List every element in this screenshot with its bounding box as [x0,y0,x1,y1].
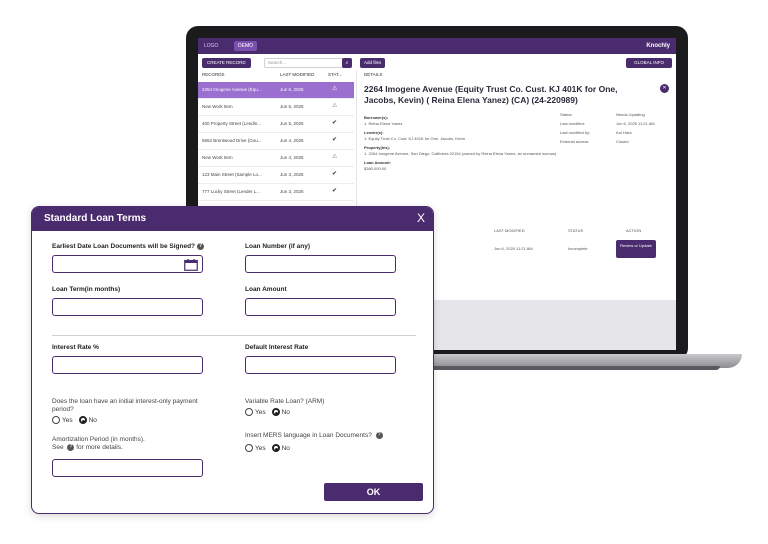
list-item[interactable]: 123 Main Street (Sample Lo... Jun 3, 202… [198,167,354,184]
review-or-update-button[interactable]: Review or Update [616,240,656,258]
last-modified-by-value: Kai Hara [616,130,632,135]
records-list: 2264 Imogene Avenue (Equ... Jun 6, 2025 … [198,82,354,201]
check-icon: ✔ [332,188,338,194]
list-item[interactable]: New Work Item Jun 5, 2025 ⚠ [198,99,354,116]
help-icon[interactable]: ? [375,432,383,439]
modal-header: Standard Loan Terms X [32,207,433,231]
interest-only-label: Does the loan have an initial interest-o… [52,398,198,413]
default-interest-field[interactable] [245,356,396,374]
calendar-icon[interactable] [184,259,198,271]
interest-only-radio-group: Yes No [52,416,103,424]
mers-label: Insert MERS language in Loan Documents? … [245,432,383,440]
warning-icon: ⚠ [332,154,338,160]
variable-rate-yes[interactable]: Yes [245,408,266,416]
warning-icon: ⚠ [332,86,338,92]
earliest-date-label: Earliest Date Loan Documents will be Sig… [52,243,205,251]
help-icon[interactable]: ? [197,243,205,250]
status-label: Status: [560,112,573,117]
external-access-value: Closed [616,139,629,144]
status-badge: Needs Updating [616,112,645,117]
mers-no[interactable]: No [271,444,290,452]
loan-number-label: Loan Number (if any) [245,243,311,250]
row-date: Jun 6, 2025 11:21 AM [494,246,533,251]
list-item[interactable]: 777 Lucky Street (Lender L... Jun 3, 202… [198,184,354,201]
loan-number-field[interactable] [245,255,396,273]
col-action: ACTION [626,228,642,233]
help-icon[interactable]: ? [67,444,75,451]
global-info-button[interactable]: GLOBAL INFO [626,58,672,68]
borrowers-value: 1. Reina Elena Yanez [364,121,403,126]
row-status: Incomplete [568,246,588,251]
list-item[interactable]: 2264 Imogene Avenue (Equ... Jun 6, 2025 … [198,82,354,99]
mers-radio-group: Yes No [245,444,296,452]
check-icon: ✔ [332,171,338,177]
add-files-button[interactable]: Add files [360,58,386,68]
mers-yes[interactable]: Yes [245,444,266,452]
loan-amount-field[interactable] [245,298,396,316]
list-item[interactable]: 400 Property Street (Lendin... Jun 5, 20… [198,116,354,133]
warning-icon: ⚠ [332,103,338,109]
loan-term-label: Loan Term(in months) [52,286,121,293]
modal-title: Standard Loan Terms [44,213,147,224]
interest-rate-label: Interest Rate % [52,344,99,351]
record-summary: Borrower(s): 1. Reina Elena Yanez Lender… [364,112,564,172]
loan-amount-summary-value: $380,000.00 [364,166,387,171]
standard-loan-terms-modal: Standard Loan Terms X Earliest Date Loan… [31,206,434,514]
search-icon[interactable]: ⌕ [342,58,352,68]
check-icon: ✔ [332,120,338,126]
loan-amount-label: Loan Amount [245,286,287,293]
lenders-value: 1. Equity Trust Co. Cust. KJ 401K for On… [364,136,466,141]
interest-only-yes[interactable]: Yes [52,416,73,424]
user-menu[interactable]: Knochly [646,41,670,51]
ok-button[interactable]: OK [324,483,423,501]
demo-badge: DEMO [234,41,257,51]
details-header: DETAILS [364,72,383,77]
records-search-input[interactable]: Search... [264,58,350,68]
list-item[interactable]: New Work Item Jun 4, 2025 ⚠ [198,150,354,167]
last-modified-by-label: Last modified by: [560,130,591,135]
external-access-label: External access: [560,139,590,144]
col-last-modified: LAST MODIFIED [494,228,525,233]
variable-rate-no[interactable]: No [271,408,290,416]
variable-rate-radio-group: Yes No [245,408,296,416]
close-modal-button[interactable]: X [417,211,425,225]
create-record-button[interactable]: CREATE RECORD [202,58,251,68]
app-topbar: LOGO DEMO Knochly [198,38,676,54]
status-header[interactable]: STAT... [328,72,342,77]
earliest-date-field[interactable] [52,255,203,273]
list-item[interactable]: 5652 Brentwood Drive (Gou... Jun 4, 2025… [198,133,354,150]
last-modified-label: Last modified: [560,121,585,126]
amortization-field[interactable] [52,459,203,477]
property-value: 1. 2264 Imogene Avenue, San Diego, Calif… [364,151,557,156]
variable-rate-label: Variable Rate Loan? (ARM) [245,398,325,405]
records-header: RECORDS [202,72,225,77]
last-modified-header[interactable]: LAST MODIFIED [280,72,314,77]
interest-only-no[interactable]: No [78,416,97,424]
interest-rate-field[interactable] [52,356,203,374]
close-icon[interactable]: ✕ [660,84,669,93]
app-logo[interactable]: LOGO [204,42,230,50]
marketing-stage: LOGO DEMO Knochly CREATE RECORD Search..… [0,0,768,544]
default-interest-label: Default Interest Rate [245,344,309,351]
last-modified-value: Jun 6, 2025 11:21 AM [616,121,655,126]
amortization-label: Amortization Period (in months). See ? f… [52,436,145,452]
check-icon: ✔ [332,137,338,143]
section-divider [52,335,416,336]
record-title: 2264 Imogene Avenue (Equity Trust Co. Cu… [364,84,618,105]
record-meta: Status: Needs Updating Last modified: Jun … [560,112,672,148]
col-status: STATUS [568,228,584,233]
app-toolbar: CREATE RECORD Search... ⌕ Add files GLOB… [198,58,676,70]
records-table-header: RECORDS LAST MODIFIED STAT... [198,72,354,80]
loan-term-field[interactable] [52,298,203,316]
